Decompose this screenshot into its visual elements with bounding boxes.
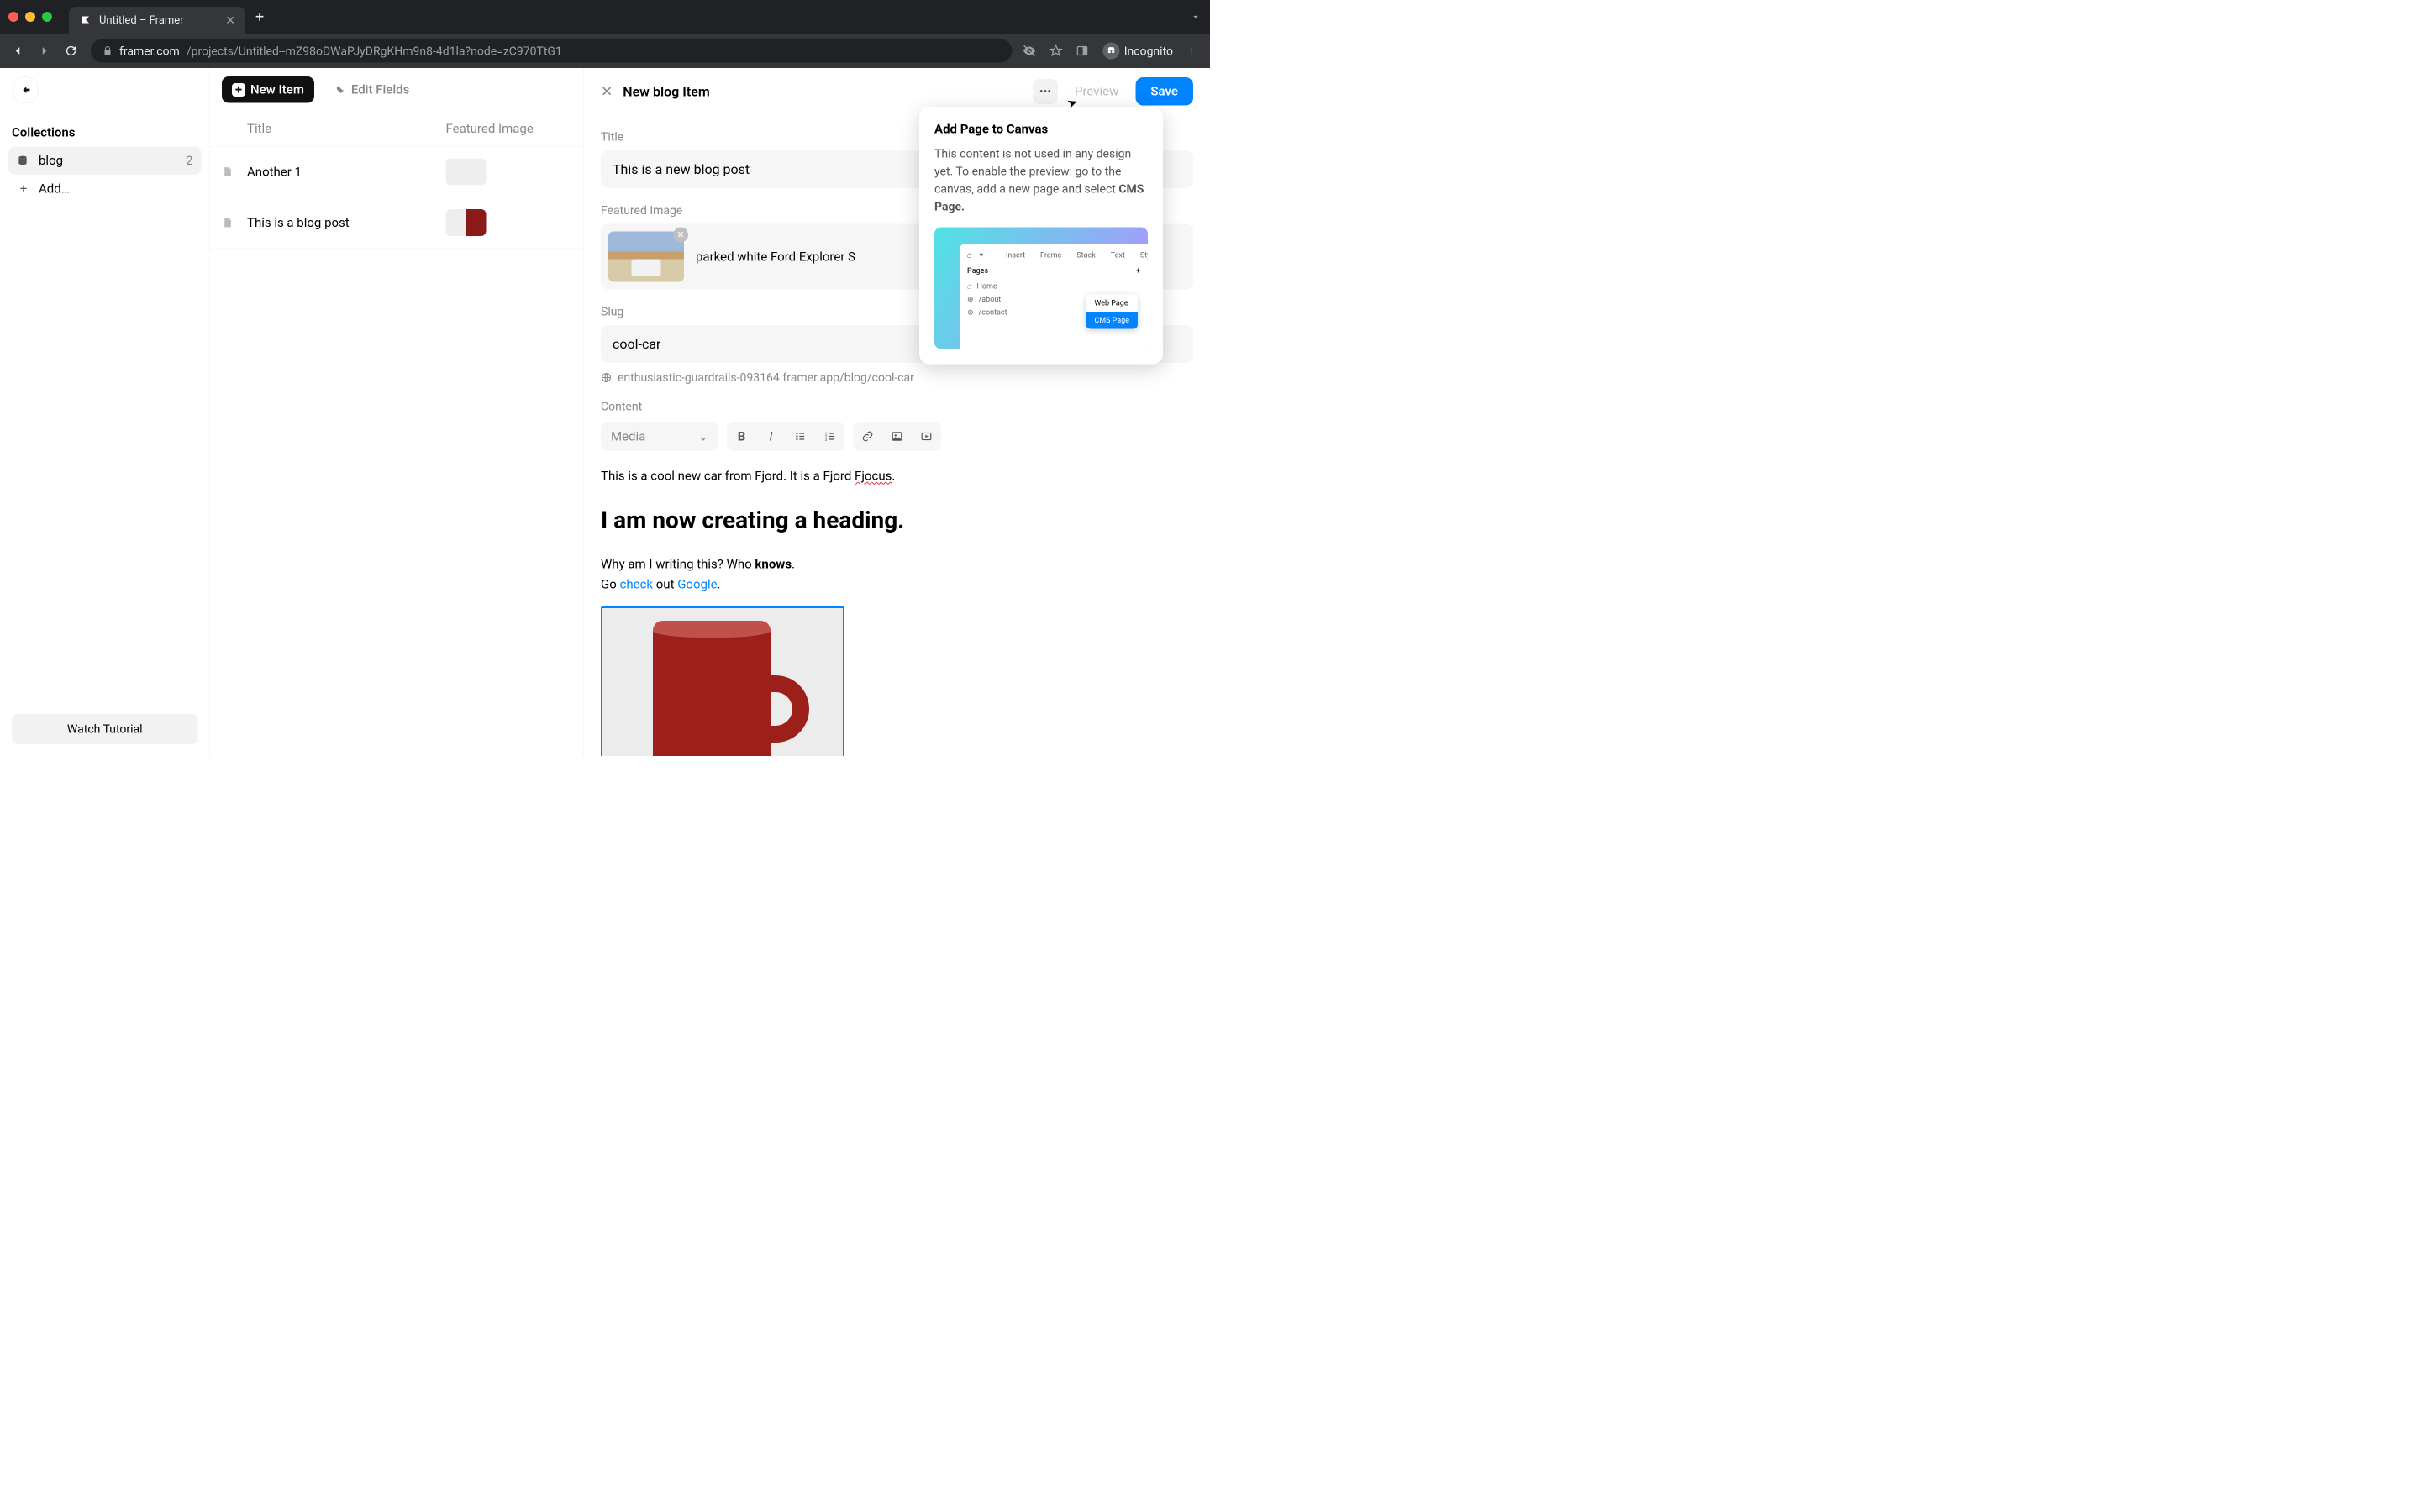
tab-title: Untitled – Framer: [99, 14, 218, 27]
save-button[interactable]: Save: [1135, 77, 1193, 106]
document-icon: [222, 218, 235, 228]
eye-off-icon[interactable]: [1023, 44, 1039, 58]
edit-fields-button[interactable]: Edit Fields: [324, 76, 419, 103]
edit-icon: [334, 84, 346, 96]
sidebar: Collections blog 2 + Add… Watch Tutorial: [0, 68, 210, 756]
back-button[interactable]: [12, 76, 39, 103]
link-button[interactable]: [853, 422, 882, 451]
italic-button[interactable]: I: [756, 422, 786, 451]
content-link[interactable]: check: [620, 577, 654, 592]
block-type-select[interactable]: Media ⌄: [601, 422, 718, 451]
row-thumbnail: [446, 159, 487, 186]
incognito-icon: [1103, 43, 1120, 60]
address-bar[interactable]: framer.com/projects/Untitled--mZ98oDWaPJ…: [91, 39, 1013, 63]
column-title: Title: [222, 122, 446, 137]
svg-text:3: 3: [825, 438, 828, 443]
maximize-window-icon[interactable]: [42, 12, 52, 22]
slug-url-text: enthusiastic-guardrails-093164.framer.ap…: [618, 370, 914, 385]
forward-icon[interactable]: [37, 44, 54, 59]
bullet-list-button[interactable]: [786, 422, 815, 451]
sidebar-item-blog[interactable]: blog 2: [8, 147, 202, 176]
globe-icon: [601, 372, 612, 383]
content-link[interactable]: Google: [677, 577, 717, 592]
column-featured-image: Featured Image: [446, 122, 572, 137]
url-host: framer.com: [119, 44, 180, 58]
sidebar-item-count: 2: [186, 154, 192, 169]
new-tab-button[interactable]: +: [255, 8, 264, 26]
watch-tutorial-button[interactable]: Watch Tutorial: [12, 714, 198, 745]
add-page-popover: Add Page to Canvas This content is not u…: [919, 107, 1163, 365]
tabs-dropdown-icon[interactable]: [1190, 11, 1202, 23]
url-path: /projects/Untitled--mZ98oDWaPJyDRgKHm9n8…: [187, 44, 562, 58]
image-caption: parked white Ford Explorer S: [696, 249, 855, 265]
spelling-error: Fjocus: [855, 469, 892, 484]
browser-toolbar: framer.com/projects/Untitled--mZ98oDWaPJ…: [0, 34, 1210, 68]
preview-button[interactable]: Preview: [1075, 84, 1118, 99]
database-icon: [17, 155, 30, 166]
side-panel-icon[interactable]: [1076, 45, 1093, 57]
lock-icon: [103, 46, 113, 56]
incognito-label: Incognito: [1124, 44, 1173, 58]
content-paragraph[interactable]: Go check out Google.: [601, 575, 1193, 595]
sidebar-heading: Collections: [0, 112, 210, 147]
list-header: Title Featured Image: [210, 112, 584, 147]
content-image-selected[interactable]: [601, 606, 844, 756]
button-label: New Item: [250, 82, 304, 97]
video-button[interactable]: [912, 422, 941, 451]
browser-tab-strip: Untitled – Framer ✕ +: [0, 0, 1210, 34]
list-row[interactable]: Another 1: [210, 147, 584, 198]
editor-panel: ✕ New blog Item ••• Preview Save Title T…: [584, 68, 1210, 756]
content-toolbar: Media ⌄ B I 123: [601, 422, 1193, 451]
tab-close-icon[interactable]: ✕: [225, 13, 235, 28]
content-paragraph[interactable]: This is a cool new car from Fjord. It is…: [601, 466, 1193, 486]
more-menu-button[interactable]: •••: [1033, 79, 1058, 104]
content-editor[interactable]: This is a cool new car from Fjord. It is…: [601, 466, 1193, 756]
items-list: + New Item Edit Fields Title Featured Im…: [210, 68, 584, 756]
browser-menu-icon[interactable]: ⋮: [1183, 47, 1200, 55]
image-button[interactable]: [882, 422, 912, 451]
content-paragraph[interactable]: Why am I writing this? Who knows.: [601, 554, 1193, 575]
document-icon: [222, 166, 235, 177]
panel-title: New blog Item: [623, 83, 709, 99]
close-window-icon[interactable]: [8, 12, 18, 22]
sidebar-item-label: Add…: [39, 181, 70, 197]
sidebar-item-add[interactable]: + Add…: [8, 175, 202, 203]
new-item-button[interactable]: + New Item: [222, 76, 314, 103]
popover-illustration: ⌂▾InsertFrameStackTextSty Pages+ ⌂Home ⊕…: [934, 228, 1148, 349]
row-title: This is a blog post: [247, 215, 446, 230]
tab-favicon: [79, 13, 92, 27]
sidebar-item-label: blog: [39, 154, 63, 169]
popover-body: This content is not used in any design y…: [934, 145, 1148, 216]
minimize-window-icon[interactable]: [25, 12, 35, 22]
star-icon[interactable]: [1050, 45, 1066, 58]
field-label-content: Content: [601, 400, 1193, 414]
window-controls: [8, 12, 52, 22]
browser-tab[interactable]: Untitled – Framer ✕: [69, 7, 245, 34]
reload-icon[interactable]: [64, 44, 81, 58]
image-thumbnail: ✕: [608, 232, 684, 282]
bold-button[interactable]: B: [727, 422, 756, 451]
numbered-list-button[interactable]: 123: [815, 422, 844, 451]
remove-image-icon[interactable]: ✕: [673, 228, 688, 243]
list-row[interactable]: This is a blog post: [210, 197, 584, 249]
button-label: Edit Fields: [351, 82, 409, 97]
select-label: Media: [611, 429, 645, 444]
chevron-down-icon: ⌄: [697, 429, 708, 444]
incognito-badge[interactable]: Incognito: [1103, 43, 1173, 60]
back-icon[interactable]: [10, 44, 27, 59]
close-panel-icon[interactable]: ✕: [601, 83, 613, 100]
popover-title: Add Page to Canvas: [934, 122, 1148, 137]
hint-menu: Web Page CMS Page: [1086, 295, 1138, 329]
plus-icon: +: [232, 83, 245, 97]
plus-icon: +: [17, 181, 30, 197]
slug-url-preview: enthusiastic-guardrails-093164.framer.ap…: [601, 370, 1193, 385]
row-title: Another 1: [247, 165, 446, 180]
row-thumbnail: [446, 209, 487, 236]
content-heading[interactable]: I am now creating a heading.: [601, 501, 1193, 539]
